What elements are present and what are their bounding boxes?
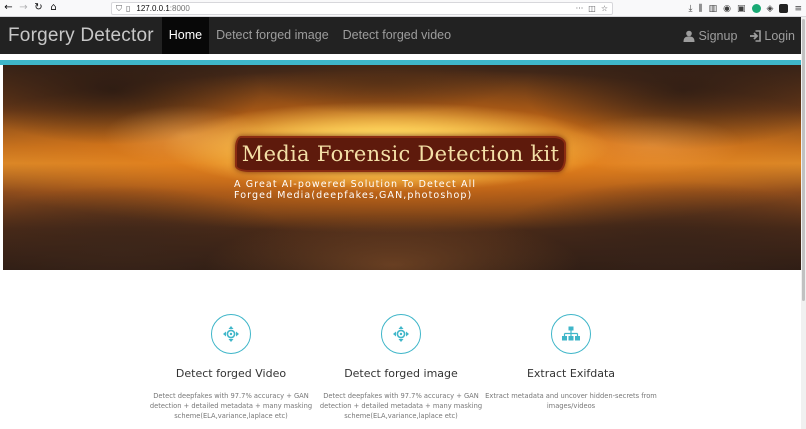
scrollbar-thumb[interactable] [802, 19, 805, 301]
service-desc-line: detection + detailed metadata + many mas… [149, 402, 313, 410]
hero-subtitle-line: A Great AI-powered Solution To Detect Al… [234, 179, 477, 190]
account-icon[interactable]: ◉ [723, 4, 731, 14]
service-title: Detect forged image [344, 367, 458, 380]
reload-icon[interactable]: ↻ [32, 2, 45, 15]
service-extract-exif: Extract Exifdata Extract metadata and un… [481, 314, 661, 411]
bookmark-star-icon[interactable]: ☆ [601, 4, 608, 13]
page-info-icon[interactable]: ▯ [126, 4, 130, 13]
extension-icon[interactable] [779, 4, 789, 13]
hero-title: Media Forensic Detection kit [241, 142, 560, 166]
extension-icon[interactable]: ◈ [767, 4, 774, 14]
downloads-icon[interactable]: ⤓ [689, 4, 693, 14]
service-desc-line: Detect deepfakes with 97.7% accuracy + G… [153, 392, 309, 400]
nav-detect-image[interactable]: Detect forged image [209, 17, 336, 54]
forward-icon[interactable]: → [17, 2, 30, 15]
hero-subtitle: A Great AI-powered Solution To Detect Al… [234, 179, 494, 201]
service-title: Detect forged Video [175, 367, 287, 380]
browser-toolbar: ← → ↻ ⌂ ⛉ ▯ 127.0.0.1:8000 ··· ◫ ☆ ⤓ ⫼ ▥… [0, 0, 806, 17]
signup-link[interactable]: Signup [683, 29, 737, 43]
cloud-shape [253, 65, 513, 115]
service-desc-line: Detect deepfakes with 97.7% accuracy + G… [323, 392, 479, 400]
service-desc-line: scheme(ELA,variance,laplace etc) [174, 412, 288, 420]
page-actions-icon[interactable]: ··· [576, 4, 584, 13]
service-desc-line: Extract metadata and uncover hidden-secr… [485, 392, 657, 400]
url-port: :8000 [169, 4, 190, 13]
login-link[interactable]: Login [749, 29, 795, 43]
login-label: Login [764, 28, 795, 43]
library-icon[interactable]: ⫼ [699, 4, 703, 14]
grammar-extension-icon[interactable] [751, 4, 761, 13]
signup-label: Signup [698, 28, 738, 43]
hero-subtitle-line: Forged Media(deepfakes,GAN,photoshop) [234, 190, 473, 201]
service-desc-line: images/videos [546, 402, 596, 410]
login-icon [750, 29, 762, 42]
url-text[interactable]: 127.0.0.1:8000 [136, 4, 189, 13]
crosshair-icon [393, 326, 409, 342]
url-host: 127.0.0.1 [136, 4, 170, 13]
service-icon-circle [211, 314, 251, 354]
service-detect-image: Detect forged image Detect deepfakes wit… [311, 314, 491, 421]
page-scrollbar[interactable] [801, 17, 806, 429]
nav-home[interactable]: Home [161, 17, 210, 54]
service-description: Detect deepfakes with 97.7% accuracy + G… [311, 391, 491, 421]
user-icon [683, 30, 695, 42]
service-desc-line: detection + detailed metadata + many mas… [319, 402, 483, 410]
crosshair-icon [223, 326, 239, 342]
shield-icon[interactable]: ⛉ [116, 4, 122, 13]
brand-logo[interactable]: Forgery Detector [0, 17, 162, 54]
site-navbar: Forgery Detector Home Detect forged imag… [0, 17, 801, 54]
service-detect-video: Detect forged Video Detect deepfakes wit… [141, 314, 321, 421]
service-title: Extract Exifdata [526, 367, 616, 380]
sitemap-icon [562, 326, 580, 341]
service-description: Detect deepfakes with 97.7% accuracy + G… [141, 391, 321, 421]
cloud-highlight [563, 115, 743, 175]
service-icon-circle [551, 314, 591, 354]
menu-icon[interactable]: ≡ [794, 4, 802, 14]
pocket-icon[interactable]: ◫ [588, 4, 596, 13]
address-bar[interactable]: ⛉ ▯ 127.0.0.1:8000 ··· ◫ ☆ [111, 2, 613, 15]
sidebar-icon[interactable]: ▥ [709, 4, 718, 14]
home-icon[interactable]: ⌂ [47, 2, 60, 15]
back-icon[interactable]: ← [2, 2, 15, 15]
service-icon-circle [381, 314, 421, 354]
hero-title-badge: Media Forensic Detection kit [237, 138, 564, 170]
service-desc-line: scheme(ELA,variance,laplace etc) [344, 412, 458, 420]
nav-detect-video[interactable]: Detect forged video [336, 17, 458, 54]
extension-icon[interactable]: ▣ [737, 4, 746, 14]
service-description: Extract metadata and uncover hidden-secr… [481, 391, 661, 411]
